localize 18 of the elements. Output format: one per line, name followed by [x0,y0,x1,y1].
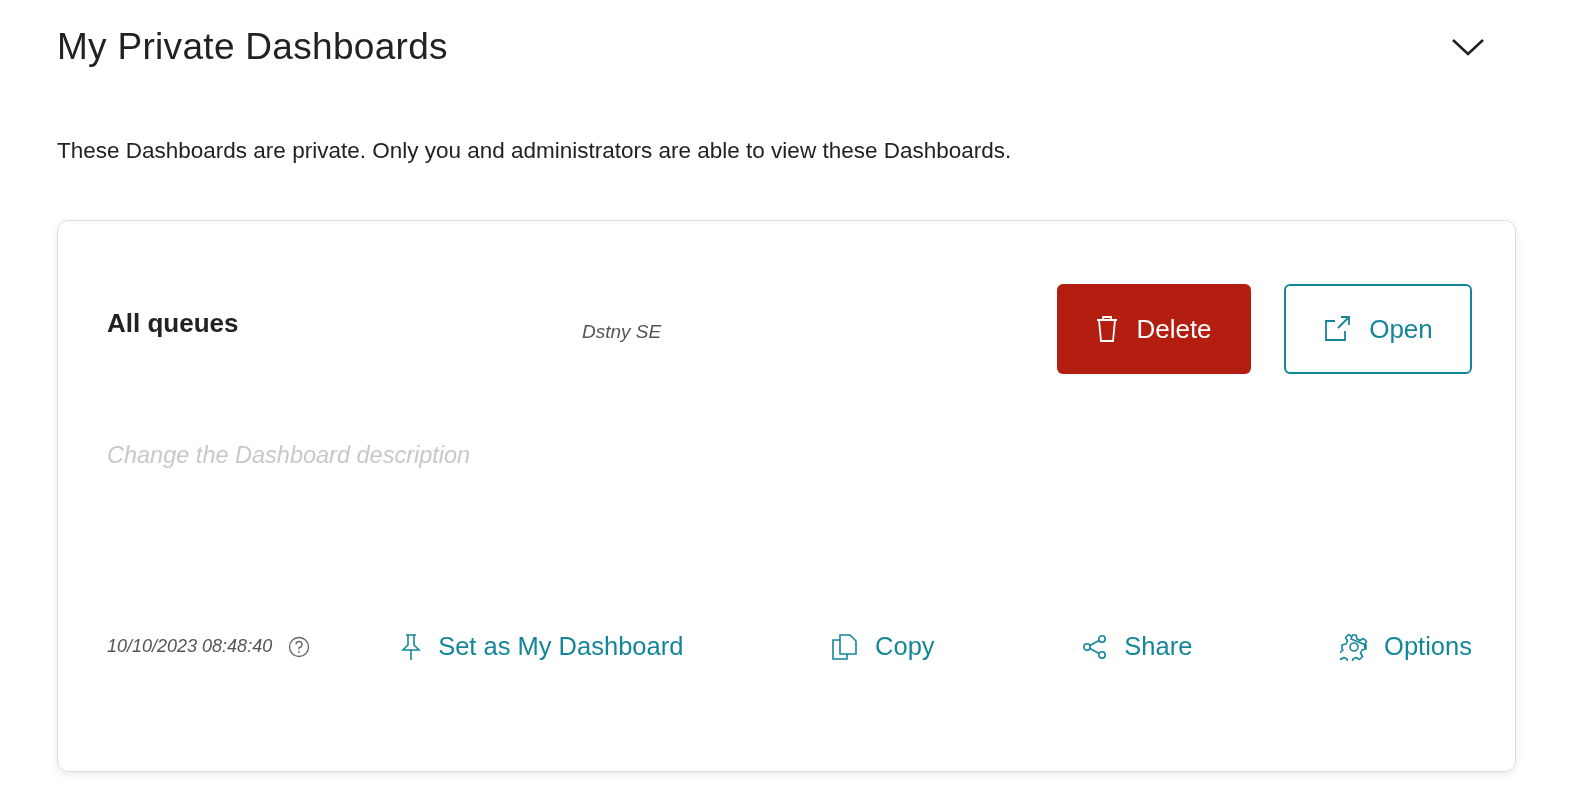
action-link[interactable]: Share [1082,632,1193,661]
dashboard-owner: Dstny SE [582,321,663,343]
action-link[interactable]: Options [1340,632,1472,661]
action-link[interactable]: Set as My Dashboard [400,632,684,661]
share-icon [1082,633,1109,660]
open-button[interactable]: Open [1284,284,1472,374]
pin-icon [400,632,423,661]
modified-date: 10/10/2023 08:48:40 [107,636,273,657]
chevron-down-icon[interactable] [1451,37,1485,57]
copy-icon [831,632,860,661]
dashboard-title: All queues [107,308,240,339]
help-icon[interactable] [288,635,311,658]
section-description: These Dashboards are private. Only you and administrators are able to view these Dashboards. [57,138,1013,164]
delete-button[interactable]: Delete [1057,284,1251,374]
action-link[interactable]: Copy [831,632,935,661]
section-title: My Private Dashboards [57,26,448,68]
trash-icon [1096,315,1119,343]
external-link-icon [1323,315,1352,343]
